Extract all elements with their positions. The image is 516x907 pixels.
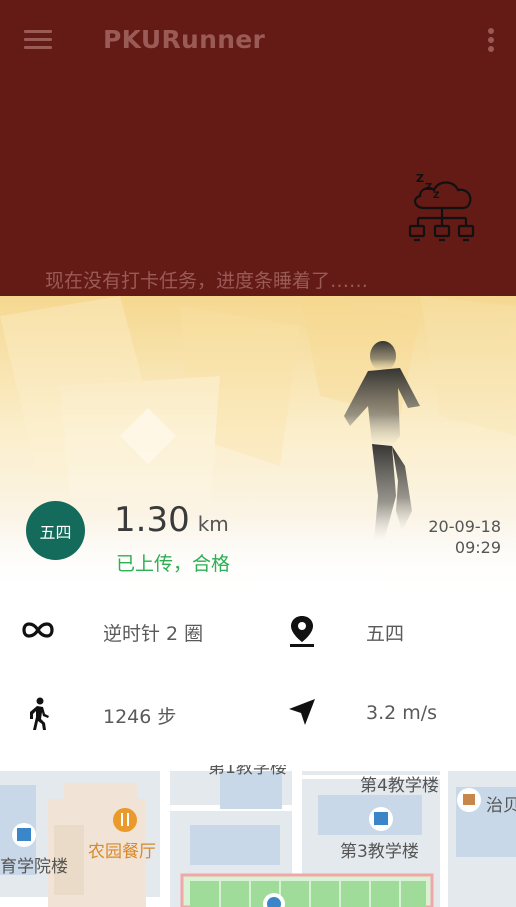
map-label-restaurant: 农园餐厅 <box>88 842 156 862</box>
run-location: 五四 <box>366 623 405 645</box>
map-label-building-4: 第4教学楼 <box>360 776 439 796</box>
run-datetime: 20-09-18 09:29 <box>428 516 501 558</box>
run-date: 20-09-18 <box>428 517 501 536</box>
location-badge: 五四 <box>26 501 85 560</box>
map-label-building-3: 第3教学楼 <box>340 842 419 862</box>
svg-text:Z: Z <box>433 191 440 201</box>
svg-text:Z: Z <box>425 182 432 193</box>
sleep-message: 现在没有打卡任务，进度条睡着了…… <box>45 270 369 292</box>
app-title: PKURunner <box>103 25 266 54</box>
menu-icon[interactable] <box>24 30 52 52</box>
distance-readout: 1.30 km <box>114 500 229 540</box>
more-options-icon[interactable] <box>484 28 498 54</box>
infinity-icon <box>22 622 54 638</box>
average-speed: 3.2 m/s <box>366 702 438 724</box>
route-map[interactable]: 第1教学楼 第4教学楼 治贝 第3教学楼 农园餐厅 育学院楼 <box>0 765 516 907</box>
route-direction: 逆时针 2 圈 <box>103 623 204 645</box>
upload-status: 已上传，合格 <box>116 553 231 575</box>
distance-unit: km <box>197 512 229 536</box>
sleeping-cloud-icon: Z Z Z <box>408 172 475 242</box>
distance-value: 1.30 <box>114 500 190 540</box>
step-count: 1246 步 <box>103 706 177 728</box>
map-label-building-1: 第1教学楼 <box>208 765 287 778</box>
app-header: PKURunner Z Z Z 现在没有打卡任务，进度条睡着了…… <box>0 0 516 296</box>
location-pin-icon <box>290 616 314 647</box>
run-time: 09:29 <box>454 538 501 557</box>
walking-icon <box>30 697 49 730</box>
map-label-restaurant-right: 治贝 <box>486 796 516 816</box>
map-label-education-building: 育学院楼 <box>0 857 68 877</box>
svg-text:Z: Z <box>416 172 424 185</box>
navigation-arrow-icon <box>289 699 315 725</box>
